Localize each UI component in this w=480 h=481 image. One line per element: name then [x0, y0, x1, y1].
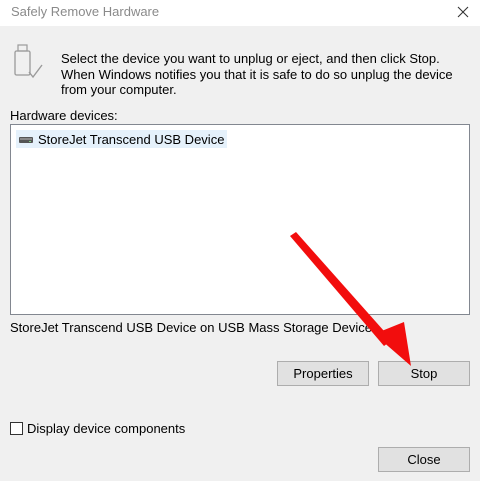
arrow-head — [374, 322, 411, 366]
hardware-devices-list[interactable]: StoreJet Transcend USB Device — [10, 124, 470, 315]
display-components-checkbox[interactable] — [10, 422, 23, 435]
window-title: Safely Remove Hardware — [11, 4, 160, 19]
title-bar: Safely Remove Hardware — [0, 0, 480, 26]
properties-button[interactable]: Properties — [277, 361, 369, 386]
safely-remove-hardware-dialog: Safely Remove Hardware Select the device… — [0, 0, 480, 481]
list-item-storejet[interactable]: StoreJet Transcend USB Device — [16, 130, 228, 148]
instructions-text: Select the device you want to unplug or … — [61, 51, 453, 97]
list-item-label: StoreJet Transcend USB Device — [38, 131, 225, 147]
display-components-option[interactable]: Display device components — [10, 421, 185, 436]
device-description: StoreJet Transcend USB Device on USB Mas… — [10, 320, 372, 335]
usb-drive-icon — [14, 44, 43, 79]
hardware-devices-label: Hardware devices: — [10, 108, 118, 123]
stop-button[interactable]: Stop — [378, 361, 470, 386]
drive-icon — [19, 137, 33, 143]
close-x-icon — [457, 6, 469, 18]
close-window-button[interactable] — [452, 0, 474, 24]
display-components-label: Display device components — [27, 421, 186, 436]
close-button[interactable]: Close — [378, 447, 470, 472]
